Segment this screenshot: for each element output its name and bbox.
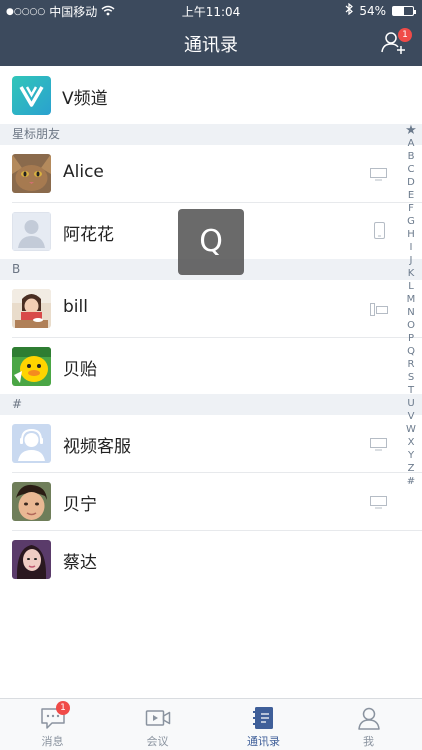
index-letter[interactable]: O	[400, 319, 422, 332]
notification-badge: 1	[398, 28, 412, 42]
contact-row[interactable]: 视频客服	[0, 415, 422, 473]
desktop-icon	[370, 494, 387, 513]
tab-me[interactable]: 我	[316, 699, 421, 750]
avatar	[12, 347, 51, 386]
index-letter[interactable]: K	[400, 267, 422, 280]
v-channel-logo	[12, 76, 51, 115]
index-letter[interactable]: C	[400, 163, 422, 176]
contact-name: Alice	[63, 162, 104, 182]
index-letter[interactable]: N	[400, 306, 422, 319]
page-title: 通讯录	[184, 35, 238, 56]
index-letter[interactable]: M	[400, 293, 422, 306]
section-header-starred: 星标朋友	[0, 124, 422, 145]
index-letter[interactable]: X	[400, 436, 422, 449]
contact-row[interactable]: bill	[0, 280, 422, 338]
contact-row[interactable]: 蔡达	[0, 531, 422, 589]
index-letter[interactable]: S	[400, 371, 422, 384]
contact-row[interactable]: Alice	[0, 145, 422, 203]
person-icon	[356, 705, 382, 731]
index-letter[interactable]: E	[400, 189, 422, 202]
tab-bar: 1 消息 会议 通讯录 我	[0, 698, 422, 750]
avatar	[12, 540, 51, 579]
index-letter[interactable]: A	[400, 137, 422, 150]
index-letter-overlay: Q	[178, 209, 244, 275]
avatar	[12, 289, 51, 328]
index-letter[interactable]: Q	[400, 345, 422, 358]
index-letter[interactable]: V	[400, 410, 422, 423]
desktop-icon	[370, 166, 387, 185]
avatar	[12, 482, 51, 521]
index-letter[interactable]: Y	[400, 449, 422, 462]
contact-name: 蔡达	[63, 553, 97, 573]
phone-icon	[374, 222, 385, 243]
index-letter[interactable]: P	[400, 332, 422, 345]
index-letter[interactable]: D	[400, 176, 422, 189]
index-letter[interactable]: T	[400, 384, 422, 397]
header: ●○○○○ 中国移动 上午11:04 54% 通讯录 1	[0, 0, 422, 66]
tab-label: 会议	[146, 735, 169, 748]
index-letter[interactable]: J	[400, 254, 422, 267]
tab-messages[interactable]: 1 消息	[0, 699, 105, 750]
index-letter[interactable]: G	[400, 215, 422, 228]
video-camera-icon	[145, 705, 171, 731]
contact-name: bill	[63, 297, 88, 317]
v-channel-label: V频道	[62, 89, 108, 109]
index-letter[interactable]: Z	[400, 462, 422, 475]
alphabet-index-bar[interactable]: ★ A B C D E F G H I J K L M N O P Q R S T U V W X Y Z #	[400, 124, 422, 488]
contact-name: 贝贻	[63, 360, 97, 380]
battery-icon	[392, 5, 416, 16]
default-avatar-icon	[12, 212, 51, 251]
index-letter[interactable]: R	[400, 358, 422, 371]
index-letter[interactable]: B	[400, 150, 422, 163]
status-bar: ●○○○○ 中国移动 上午11:04 54%	[0, 0, 422, 22]
contact-name: 贝宁	[63, 495, 97, 515]
contact-name: 阿花花	[63, 225, 114, 245]
avatar	[12, 154, 51, 193]
index-letter[interactable]: #	[400, 475, 422, 488]
contact-name: 视频客服	[63, 437, 131, 457]
tab-label: 通讯录	[247, 735, 280, 748]
section-header-hash: #	[0, 394, 422, 415]
index-letter[interactable]: H	[400, 228, 422, 241]
contact-row[interactable]: 贝贻	[0, 338, 422, 396]
desktop-icon	[370, 436, 387, 455]
index-star-icon[interactable]: ★	[400, 124, 422, 137]
support-avatar-icon	[12, 424, 51, 463]
index-letter[interactable]: F	[400, 202, 422, 215]
v-channel-item[interactable]: V频道	[0, 66, 422, 124]
tab-contacts[interactable]: 通讯录	[211, 699, 316, 750]
index-letter[interactable]: U	[400, 397, 422, 410]
bluetooth-icon	[345, 2, 354, 18]
battery-percent: 54%	[359, 3, 386, 18]
tab-label: 消息	[41, 735, 64, 748]
add-friend-button[interactable]: 1	[380, 28, 412, 58]
contacts-book-icon	[251, 705, 277, 731]
unread-badge: 1	[56, 701, 70, 715]
tab-meetings[interactable]: 会议	[105, 699, 210, 750]
tab-label: 我	[363, 735, 374, 748]
index-letter[interactable]: L	[400, 280, 422, 293]
index-letter[interactable]: W	[400, 423, 422, 436]
room-system-icon	[370, 301, 388, 320]
index-letter[interactable]: I	[400, 241, 422, 254]
contact-row[interactable]: 贝宁	[0, 473, 422, 531]
